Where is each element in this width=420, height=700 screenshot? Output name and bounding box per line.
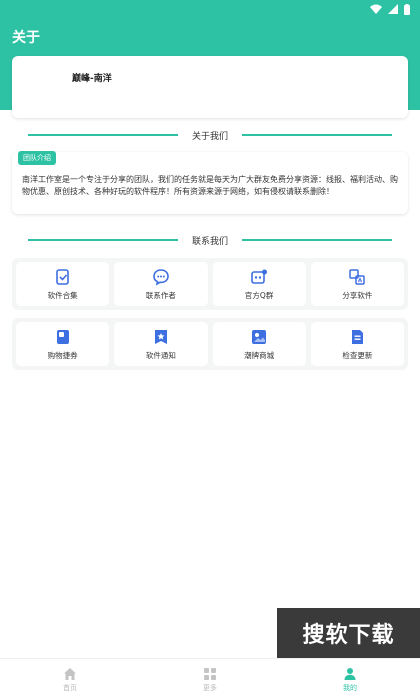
person-icon: [343, 666, 357, 680]
grid-item-label: 联系作者: [145, 290, 176, 300]
grid-item-contact-author[interactable]: 联系作者: [114, 262, 208, 306]
group-icon: [250, 268, 268, 286]
grid-icon: [203, 666, 217, 680]
page-title: 关于: [12, 30, 40, 46]
translate-icon: [348, 268, 366, 286]
grid-item-label: 潮牌商城: [244, 350, 275, 360]
grid-item-shopping-coupons[interactable]: 购物捷券: [16, 322, 110, 366]
wifi-icon: [370, 4, 382, 14]
bottom-tab-bar: 首页 更多 我的: [0, 658, 420, 700]
grid-item-label: 软件通知: [145, 350, 176, 360]
contact-grid-row-1: 软件合集 联系作者 官方Q群 分享软件: [12, 258, 408, 310]
grid-item-label: 分享软件: [342, 290, 373, 300]
battery-icon: [404, 3, 410, 15]
profile-name: 巅峰-南洋: [72, 74, 112, 84]
team-intro-badge: 团队介绍: [18, 151, 56, 165]
grid-item-software-collection[interactable]: 软件合集: [16, 262, 110, 306]
grid-item-trend-mall[interactable]: 潮牌商城: [212, 322, 306, 366]
tab-label: 我的: [343, 684, 357, 692]
tab-label: 更多: [203, 684, 217, 692]
contact-section-heading: 联系我们: [0, 233, 420, 247]
tab-label: 首页: [63, 684, 77, 692]
divider-line: [242, 239, 392, 241]
signal-icon: [388, 4, 398, 14]
home-icon: [63, 666, 77, 680]
grid-item-share-software[interactable]: 分享软件: [310, 262, 404, 306]
contact-grid-row-2: 购物捷券 软件通知 潮牌商城 检查更新: [12, 318, 408, 370]
grid-item-label: 软件合集: [47, 290, 78, 300]
divider-line: [27, 134, 178, 136]
coupon-icon: [54, 328, 72, 346]
grid-item-label: 官方Q群: [244, 290, 274, 300]
divider-line: [242, 134, 392, 136]
site-watermark: 搜软下载: [277, 608, 420, 658]
collection-icon: [54, 268, 72, 286]
tab-home[interactable]: 首页: [0, 659, 140, 700]
status-bar: [370, 2, 410, 16]
team-intro-text: 南洋工作室是一个专注于分享的团队，我们的任务就是每天为广大群友免费分享资源：线报…: [22, 175, 398, 196]
divider-line: [27, 239, 178, 241]
image-icon: [250, 328, 268, 346]
profile-card: 巅峰-南洋: [12, 56, 408, 118]
team-intro-card: 团队介绍 南洋工作室是一个专注于分享的团队，我们的任务就是每天为广大群友免费分享…: [12, 151, 408, 214]
grid-item-check-update[interactable]: 检查更新: [310, 322, 404, 366]
contact-heading-label: 联系我们: [191, 236, 228, 247]
grid-item-software-notice[interactable]: 软件通知: [114, 322, 208, 366]
chat-icon: [152, 268, 170, 286]
about-section-heading: 关于我们: [0, 128, 420, 142]
tab-mine[interactable]: 我的: [280, 659, 420, 700]
document-icon: [348, 328, 366, 346]
tab-more[interactable]: 更多: [140, 659, 280, 700]
star-bookmark-icon: [152, 328, 170, 346]
grid-item-label: 购物捷券: [47, 350, 78, 360]
grid-item-label: 检查更新: [342, 350, 373, 360]
grid-item-official-qq-group[interactable]: 官方Q群: [212, 262, 306, 306]
about-heading-label: 关于我们: [191, 131, 228, 142]
